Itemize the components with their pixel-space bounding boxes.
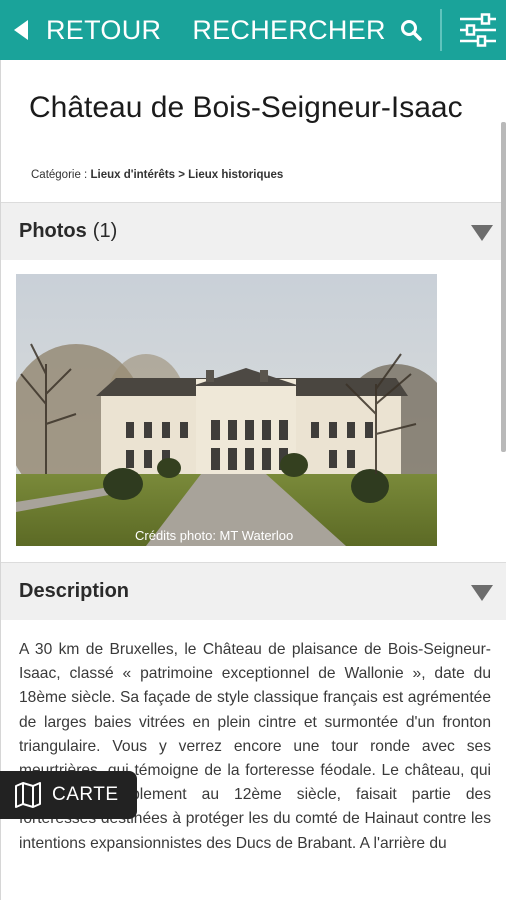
photos-section-label: Photos [19,220,87,242]
back-button[interactable]: RETOUR [0,0,161,60]
description-section-header[interactable]: Description [1,562,506,620]
description-text: A 30 km de Bruxelles, le Château de plai… [19,641,491,852]
description-section-label: Description [19,580,130,602]
search-icon [400,20,422,41]
place-photo[interactable]: Crédits photo: MT Waterloo [16,274,437,546]
photos-section-header[interactable]: Photos (1) [1,202,506,260]
triangle-down-icon [471,225,493,241]
back-label: RETOUR [46,14,162,45]
search-label: RECHERCHER [192,14,386,45]
map-icon [15,782,41,808]
photo-credit: Crédits photo: MT Waterloo [135,528,293,543]
photos-count: (1) [92,220,118,242]
map-button[interactable]: CARTE [0,771,137,819]
back-arrow-icon [14,20,28,40]
category-line: Catégorie : Lieux d'intérêts > Lieux his… [31,169,283,181]
page-title: Château de Bois-Seigneur-Isaac [29,91,463,124]
triangle-down-icon [471,585,493,601]
chateau-photo-image: Crédits photo: MT Waterloo [16,274,437,546]
filter-sliders-icon[interactable] [458,13,498,47]
search-button[interactable]: RECHERCHER [192,0,422,60]
category-prefix: Catégorie : [31,169,88,181]
scrollbar[interactable] [501,122,506,452]
map-button-label: CARTE [52,784,119,805]
header-divider [440,9,442,51]
top-app-bar: RETOUR RECHERCHER [0,0,506,60]
category-path: Lieux d'intérêts > Lieux historiques [90,169,284,181]
